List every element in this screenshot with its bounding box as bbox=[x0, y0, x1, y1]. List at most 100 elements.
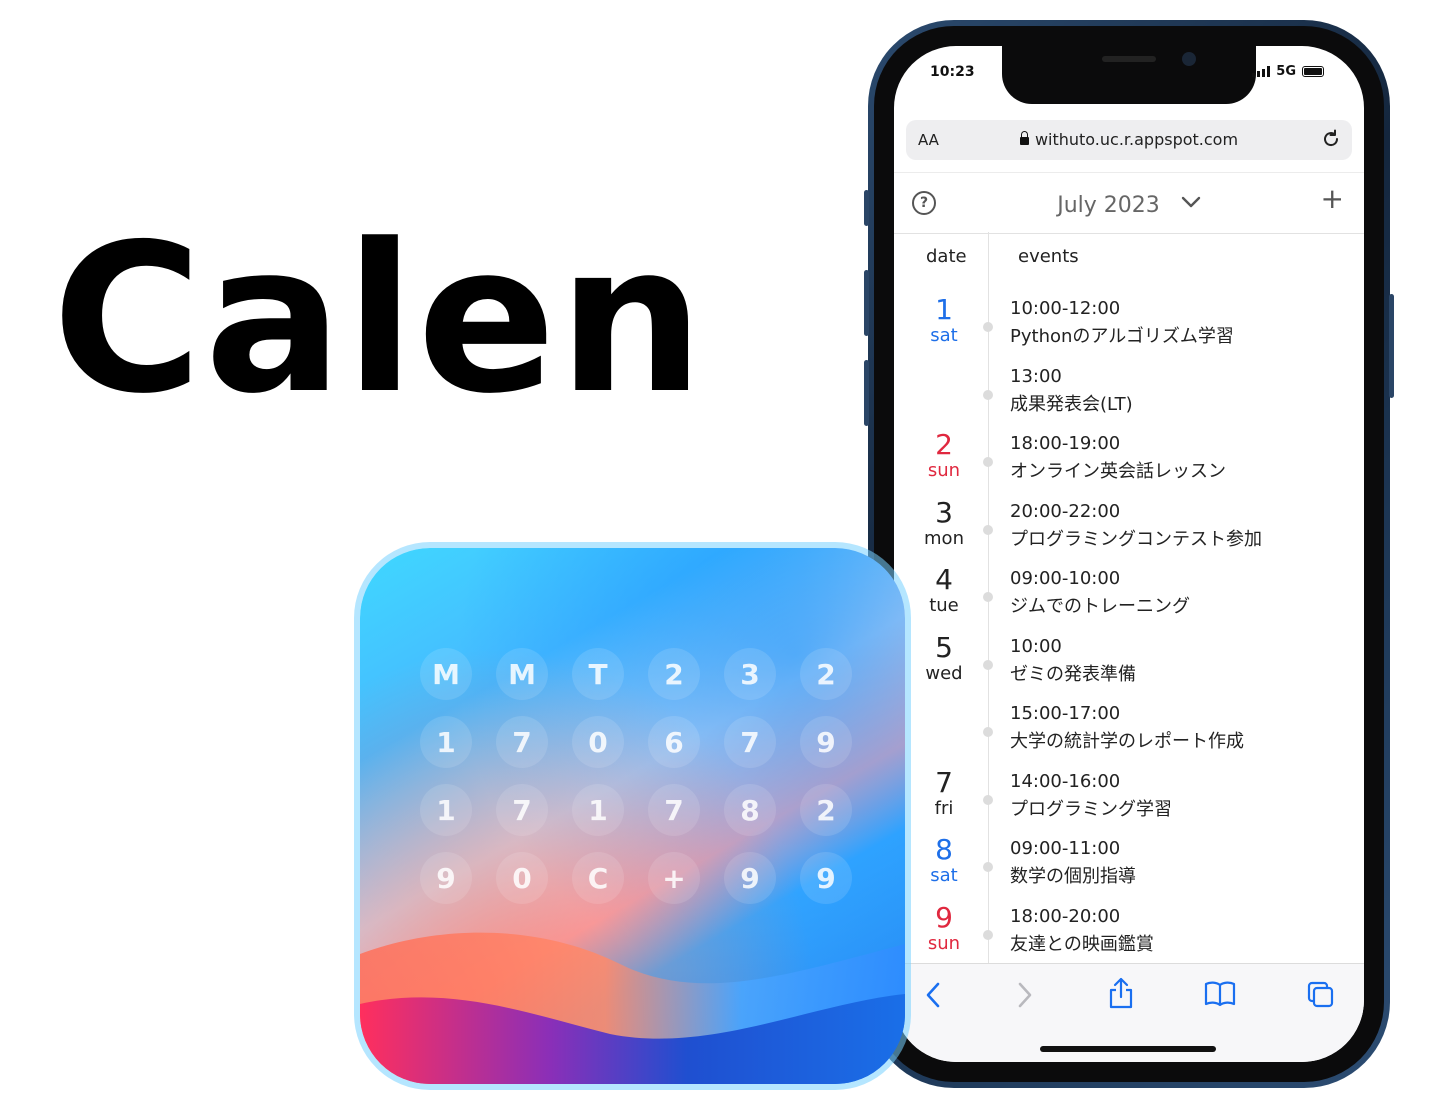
event-time: 15:00-17:00 bbox=[1010, 703, 1121, 724]
event-title: 友達との映画鑑賞 bbox=[1010, 933, 1154, 955]
phone-screen: 10:23 5G AA withuto.uc.r.appspot.com ? J… bbox=[894, 46, 1364, 1062]
status-icons: 5G bbox=[1252, 64, 1324, 79]
icon-grid-glyph: M bbox=[496, 648, 548, 700]
event-time: 20:00-22:00 bbox=[1010, 500, 1121, 522]
event-time: 10:00-12:00 bbox=[1010, 298, 1121, 319]
icon-grid-glyph: 2 bbox=[800, 648, 852, 700]
icon-grid-glyph: 7 bbox=[496, 716, 548, 768]
event-time: 10:00 bbox=[1010, 635, 1062, 657]
timeline-dot bbox=[983, 524, 993, 535]
icon-grid-glyph: 9 bbox=[800, 716, 852, 768]
home-indicator bbox=[1040, 1046, 1216, 1052]
weekday-label: sat bbox=[930, 865, 958, 886]
notch bbox=[1002, 46, 1256, 104]
month-label: July 2023 bbox=[1057, 193, 1160, 218]
url-text[interactable]: withuto.uc.r.appspot.com bbox=[1035, 130, 1238, 149]
phone-mockup: 10:23 5G AA withuto.uc.r.appspot.com ? J… bbox=[864, 20, 1394, 1088]
lock-icon bbox=[1019, 131, 1029, 145]
timeline-dot bbox=[983, 659, 993, 670]
tabs-icon[interactable] bbox=[1306, 980, 1336, 1014]
browser-toolbar bbox=[894, 963, 1364, 1062]
icon-grid-glyph: 1 bbox=[420, 784, 472, 836]
event-row[interactable]: 13:00 成果発表会(LT) bbox=[894, 364, 1364, 432]
timeline-dot bbox=[983, 862, 993, 872]
event-title: ジムでのトレーニング bbox=[1010, 596, 1190, 617]
event-row[interactable]: 4 tue 09:00-10:00 ジムでのトレーニング bbox=[894, 566, 1364, 634]
date-number: 8 bbox=[935, 833, 953, 866]
app-icon: M M T 2 3 2 1 7 0 6 7 9 1 7 1 7 8 2 9 0 C +9 9 bbox=[360, 548, 905, 1084]
event-time: 18:00-19:00 bbox=[1010, 433, 1121, 454]
weekday-label: tue bbox=[929, 595, 959, 616]
back-icon[interactable] bbox=[924, 980, 944, 1014]
icon-grid-glyph: 8 bbox=[724, 784, 776, 836]
icon-grid-glyph: 1 bbox=[572, 784, 624, 836]
event-row[interactable]: 15:00-17:00 大学の統計学のレポート作成 bbox=[894, 701, 1364, 769]
icon-grid-glyph: 2 bbox=[800, 784, 852, 836]
date-number: 4 bbox=[935, 563, 953, 596]
event-time: 09:00-10:00 bbox=[1010, 568, 1121, 589]
event-title: Pythonのアルゴリズム学習 bbox=[1010, 326, 1234, 347]
icon-number-grid: M M T 2 3 2 1 7 0 6 7 9 1 7 1 7 8 2 9 0 C +9 9 bbox=[420, 648, 876, 904]
event-row[interactable]: 2 sun 18:00-19:00 オンライン英会話レッスン bbox=[894, 431, 1364, 499]
timeline-dot bbox=[983, 592, 993, 602]
weekday-label: sun bbox=[927, 460, 961, 481]
battery-icon bbox=[1302, 66, 1324, 77]
event-title: プログラミング学習 bbox=[1010, 798, 1172, 820]
icon-grid-glyph: 7 bbox=[724, 716, 776, 768]
signal-icon bbox=[1252, 66, 1271, 77]
event-time: 13:00 bbox=[1010, 365, 1062, 387]
timeline-dot bbox=[983, 794, 993, 805]
event-title: 大学の統計学のレポート作成 bbox=[1010, 731, 1244, 752]
date-number: 7 bbox=[935, 765, 953, 799]
wave-graphic bbox=[360, 932, 905, 1084]
event-row[interactable]: 1 sat 10:00-12:00 Pythonのアルゴリズム学習 bbox=[894, 296, 1364, 364]
calendar-header: ? July 2023 + bbox=[894, 172, 1364, 234]
event-title: 数学の個別指導 bbox=[1010, 866, 1136, 887]
weekday-label: mon bbox=[924, 527, 964, 549]
event-row[interactable]: 9 sun 18:00-20:00 友達との映画鑑賞 bbox=[894, 900, 1364, 972]
event-list: 1 sat 10:00-12:00 Pythonのアルゴリズム学習 13:00 成果発表会… bbox=[894, 296, 1364, 1039]
bookmarks-icon[interactable] bbox=[1204, 980, 1236, 1012]
event-title: プログラミングコンテスト参加 bbox=[1010, 528, 1262, 550]
status-time: 10:23 bbox=[930, 64, 975, 80]
timeline-dot bbox=[983, 727, 993, 737]
icon-grid-glyph: 7 bbox=[496, 784, 548, 836]
icon-grid-glyph: 0 bbox=[572, 716, 624, 768]
add-event-button[interactable]: + bbox=[1321, 185, 1344, 213]
front-camera-icon bbox=[1182, 52, 1196, 66]
icon-grid-glyph: 2 bbox=[648, 648, 700, 700]
events-column-header: events bbox=[1018, 246, 1079, 267]
address-bar[interactable]: AA withuto.uc.r.appspot.com bbox=[906, 120, 1352, 160]
event-row[interactable]: 7 fri 14:00-16:00 プログラミング学習 bbox=[894, 765, 1364, 837]
weekday-label: wed bbox=[925, 662, 963, 684]
event-time: 09:00-11:00 bbox=[1010, 838, 1121, 859]
date-number: 9 bbox=[935, 900, 953, 934]
icon-grid-glyph: 3 bbox=[724, 648, 776, 700]
weekday-label: fri bbox=[934, 797, 954, 819]
icon-grid-glyph: T bbox=[572, 648, 624, 700]
icon-grid-glyph: M bbox=[420, 648, 472, 700]
forward-icon[interactable] bbox=[1014, 980, 1034, 1014]
timeline-dot bbox=[983, 457, 993, 467]
date-number: 1 bbox=[935, 293, 953, 326]
event-row[interactable]: 5 wed 10:00 ゼミの発表準備 bbox=[894, 630, 1364, 702]
icon-grid-glyph: 7 bbox=[648, 784, 700, 836]
timeline-dot bbox=[983, 322, 993, 332]
date-number: 2 bbox=[935, 428, 953, 461]
icon-grid-glyph: 6 bbox=[648, 716, 700, 768]
reload-icon[interactable] bbox=[1320, 128, 1342, 154]
weekday-label: sun bbox=[927, 932, 961, 954]
event-title: ゼミの発表準備 bbox=[1010, 663, 1136, 685]
date-column-header: date bbox=[926, 246, 967, 267]
date-number: 5 bbox=[935, 630, 953, 664]
event-row[interactable]: 3 mon 20:00-22:00 プログラミングコンテスト参加 bbox=[894, 495, 1364, 567]
event-time: 14:00-16:00 bbox=[1010, 770, 1121, 792]
share-icon[interactable] bbox=[1108, 976, 1134, 1014]
event-title: 成果発表会(LT) bbox=[1010, 393, 1133, 415]
timeline-dot bbox=[983, 929, 993, 940]
event-row[interactable]: 8 sat 09:00-11:00 数学の個別指導 bbox=[894, 836, 1364, 904]
date-number: 3 bbox=[935, 495, 953, 529]
event-title: オンライン英会話レッスン bbox=[1010, 461, 1226, 482]
month-selector[interactable]: July 2023 bbox=[894, 189, 1364, 218]
network-label: 5G bbox=[1276, 64, 1296, 79]
